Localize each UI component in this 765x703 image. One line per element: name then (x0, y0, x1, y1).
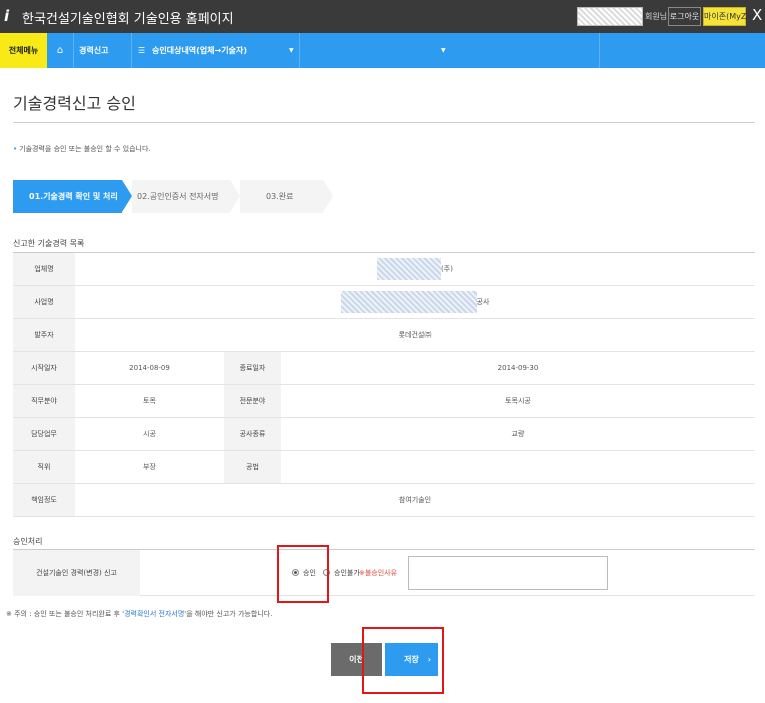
chevron-down-icon[interactable]: ▼ (289, 33, 294, 68)
company-suffix: (주) (441, 265, 453, 273)
close-icon[interactable]: X (752, 6, 762, 24)
project-value: 공사 (75, 286, 755, 318)
user-name-redacted (577, 7, 643, 26)
table-row: 시작일자 2014-08-09 종료일자 2014-09-30 (13, 352, 755, 385)
section-title-approval: 승인처리 (13, 537, 43, 546)
caution-suffix: '을 해야만 신고가 가능합니다. (184, 610, 273, 618)
client-value: 롯데건설㈜ (398, 331, 432, 339)
work-type-label: 공사종류 (224, 418, 281, 450)
step-3: 03.완료 (240, 180, 323, 213)
notice-label: 기술경력을 승인 또는 불승인 할 수 있습니다. (19, 145, 151, 153)
duty-field-value: 토목 (143, 397, 156, 405)
step-indicator: 01.기술경력 확인 및 처리 02.공인인증서 전자서명 03.완료 (13, 180, 333, 213)
notice-text: • 기술경력을 승인 또는 불승인 할 수 있습니다. (13, 144, 151, 154)
redacted-block (377, 258, 442, 280)
position-label: 직위 (13, 451, 75, 483)
e-signature-link[interactable]: 경력확인서 전자서명 (124, 610, 184, 618)
project-label: 사업명 (13, 286, 75, 318)
work-type-value: 교량 (511, 430, 525, 438)
reject-reason-input[interactable] (408, 556, 608, 590)
end-date-value: 2014-09-30 (497, 364, 539, 372)
nav-bar: 전체메뉴 ⌂ 경력신고 ☰ 승인대상내역(업체→기술자) ▼ ▼ (0, 33, 765, 68)
task-label: 담당업무 (13, 418, 75, 450)
company-label: 업체명 (13, 253, 75, 285)
specialty-value: 토목시공 (505, 397, 531, 405)
position-value: 부장 (143, 463, 156, 471)
task-value: 시공 (143, 430, 156, 438)
nav-divider (299, 33, 300, 68)
highlight-approve-box (277, 545, 329, 603)
table-row: 발주자 롯데건설㈜ (13, 319, 755, 352)
table-row: 직위 부장 공법 (13, 451, 755, 484)
logout-button[interactable]: 로그아웃 (668, 7, 701, 26)
nav-item-career-report[interactable]: 경력신고 (79, 33, 108, 68)
myzone-button[interactable]: 마이존(MyZone) (703, 7, 764, 26)
reject-reason-label: ※불승인사유 (359, 569, 398, 577)
company-value: (주) (75, 253, 755, 285)
redacted-block (340, 291, 477, 313)
method-value (281, 451, 755, 483)
greeting-text: 회원님! (645, 12, 671, 21)
kocea-logo-icon: i (4, 7, 10, 25)
step-1: 01.기술경력 확인 및 처리 (13, 180, 122, 213)
end-date-label: 종료일자 (224, 352, 281, 384)
home-icon[interactable]: ⌂ (47, 33, 74, 68)
nav-divider (131, 33, 132, 68)
step-arrow (323, 180, 333, 212)
nav-divider (599, 33, 600, 68)
table-row: 책임정도 참여기술인 (13, 484, 755, 517)
step-arrow (122, 180, 132, 212)
highlight-save-box (362, 627, 444, 694)
participation-value: 참여기술인 (398, 496, 432, 504)
title-bar: i 한국건설기술인협회 기술인용 홈페이지 회원님! 로그아웃 마이존(MyZo… (0, 0, 765, 33)
table-row: 업체명 (주) (13, 253, 755, 286)
table-row: 직무분야 토목 전문분야 토목시공 (13, 385, 755, 418)
client-label: 발주자 (13, 319, 75, 351)
start-date-value: 2014-08-09 (129, 364, 170, 372)
table-row: 사업명 공사 (13, 286, 755, 319)
start-date-label: 시작일자 (13, 352, 75, 384)
caution-text: ※ 주의 : 승인 또는 불승인 처리완료 후 '경력확인서 전자서명'을 해야… (6, 609, 272, 619)
page-title: 기술경력신고 승인 (13, 94, 136, 113)
nav-item-approval-list[interactable]: 승인대상내역(업체→기술자) (152, 33, 247, 68)
specialty-label: 전문분야 (224, 385, 281, 417)
all-menu-button[interactable]: 전체메뉴 (0, 33, 47, 68)
table-row: 담당업무 시공 공사종류 교량 (13, 418, 755, 451)
project-suffix: 공사 (476, 298, 490, 306)
approval-table: 건설기술인 경력(변경) 신고 승인 승인불가 ※불승인사유 (13, 549, 755, 596)
step-2: 02.공인인증서 전자서명 (132, 180, 230, 213)
approval-row-label: 건설기술인 경력(변경) 신고 (13, 550, 140, 596)
reject-label: 승인불가 (334, 569, 360, 577)
menu-icon: ☰ (138, 46, 146, 55)
title-divider (13, 122, 755, 123)
method-label: 공법 (224, 451, 281, 483)
section-title-career: 신고한 기술경력 목록 (13, 239, 85, 248)
bullet-icon: • (13, 145, 18, 153)
site-title: 한국건설기술인협회 기술인용 홈페이지 (22, 12, 234, 27)
duty-field-label: 직무분야 (13, 385, 75, 417)
participation-label: 책임정도 (13, 484, 75, 516)
step-arrow (230, 180, 240, 212)
chevron-down-icon[interactable]: ▼ (441, 33, 446, 68)
caution-prefix: ※ 주의 : 승인 또는 불승인 처리완료 후 ' (6, 610, 125, 618)
